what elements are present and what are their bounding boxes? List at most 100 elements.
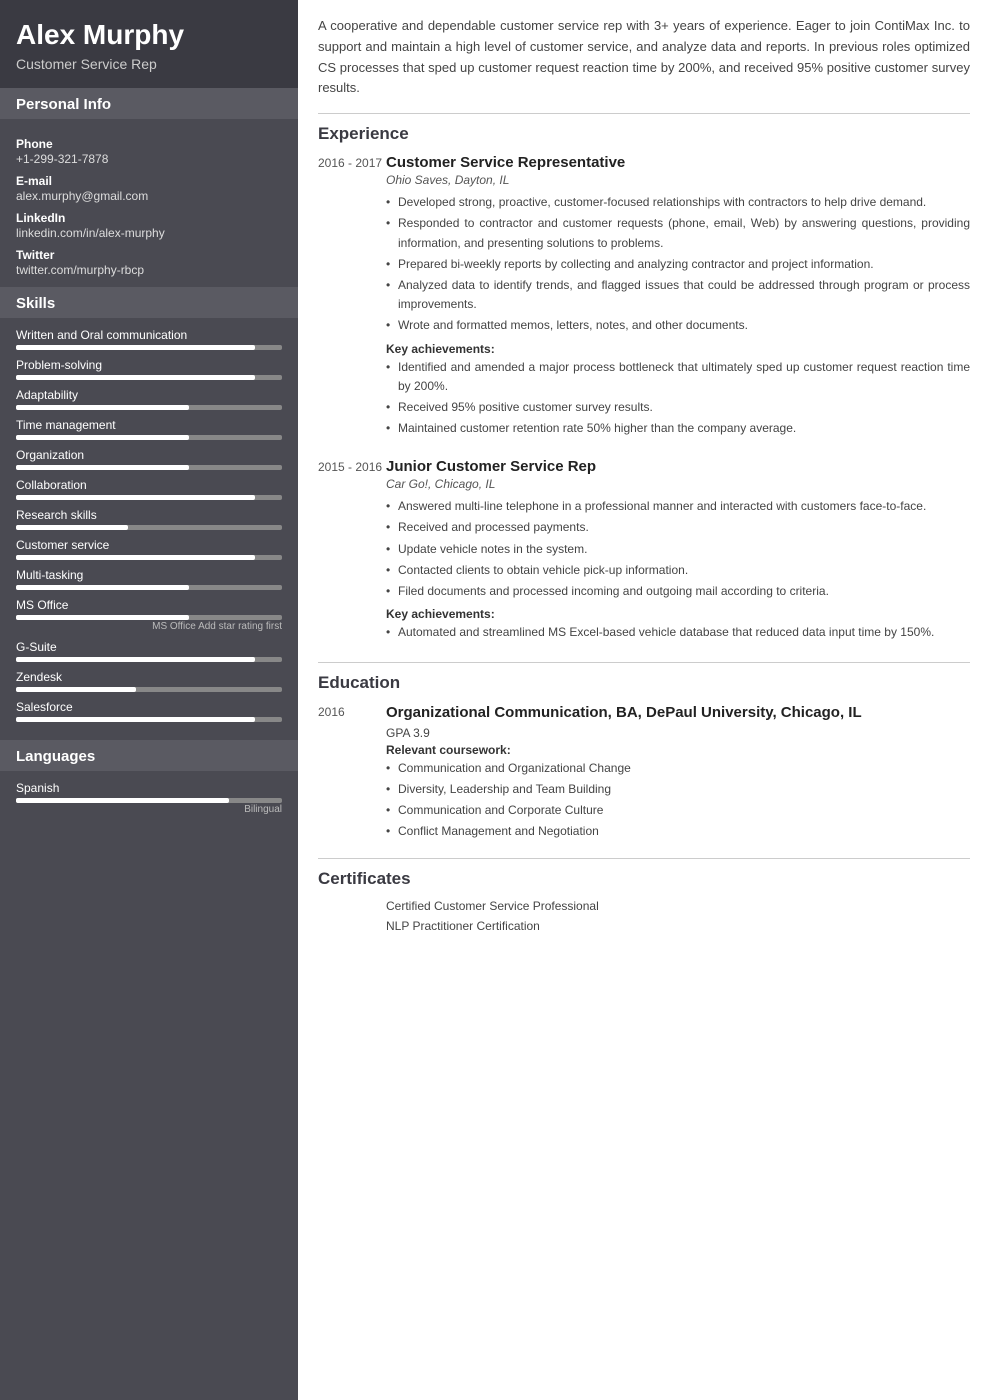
languages-content: Spanish Bilingual — [0, 771, 298, 831]
skill-bar-fill — [16, 687, 136, 692]
exp-detail: Customer Service Representative Ohio Sav… — [386, 154, 970, 440]
languages-section-header: Languages — [0, 740, 298, 771]
skill-item: Problem-solving — [16, 358, 282, 380]
skill-bar-fill — [16, 405, 189, 410]
coursework-label: Relevant coursework: — [386, 743, 970, 757]
skill-bar — [16, 405, 282, 410]
experience-section-title: Experience — [318, 124, 970, 144]
skill-bar-fill — [16, 345, 255, 350]
coursework-item: Diversity, Leadership and Team Building — [386, 780, 970, 799]
achievements-label: Key achievements: — [386, 342, 970, 356]
job-achievements: Identified and amended a major process b… — [386, 358, 970, 439]
bullet-item: Update vehicle notes in the system. — [386, 540, 970, 559]
skill-item: Customer service — [16, 538, 282, 560]
coursework-item: Communication and Organizational Change — [386, 759, 970, 778]
coursework-list: Communication and Organizational Change D… — [386, 759, 970, 842]
cert-spacer — [318, 899, 386, 913]
skill-note: MS Office Add star rating first — [16, 621, 282, 632]
coursework-item: Communication and Corporate Culture — [386, 801, 970, 820]
skill-name: Salesforce — [16, 700, 282, 714]
skill-bar-fill — [16, 615, 189, 620]
achievement-item: Identified and amended a major process b… — [386, 358, 970, 396]
skill-bar — [16, 555, 282, 560]
skills-content: Written and Oral communication Problem-s… — [0, 318, 298, 740]
skill-name: Adaptability — [16, 388, 282, 402]
skill-bar-fill — [16, 375, 255, 380]
skill-name: Customer service — [16, 538, 282, 552]
divider-education — [318, 662, 970, 663]
skill-name: Problem-solving — [16, 358, 282, 372]
skill-item: Multi-tasking — [16, 568, 282, 590]
skill-item: Zendesk — [16, 670, 282, 692]
personal-info-content: Phone +1-299-321-7878 E-mail alex.murphy… — [0, 119, 298, 287]
bullet-item: Prepared bi-weekly reports by collecting… — [386, 255, 970, 274]
twitter-value: twitter.com/murphy-rbcp — [16, 263, 282, 277]
skill-item: Collaboration — [16, 478, 282, 500]
skill-bar — [16, 345, 282, 350]
bullet-item: Contacted clients to obtain vehicle pick… — [386, 561, 970, 580]
skill-name: Zendesk — [16, 670, 282, 684]
cert-spacer — [318, 919, 386, 933]
skill-bar-fill — [16, 555, 255, 560]
skill-bar — [16, 657, 282, 662]
resume-layout: Alex Murphy Customer Service Rep Persona… — [0, 0, 990, 1400]
skill-bar-fill — [16, 465, 189, 470]
language-item: Spanish Bilingual — [16, 781, 282, 815]
job-achievements: Automated and streamlined MS Excel-based… — [386, 623, 970, 642]
bullet-item: Analyzed data to identify trends, and fl… — [386, 276, 970, 314]
edu-detail: Organizational Communication, BA, DePaul… — [386, 703, 970, 843]
education-entry: 2016 Organizational Communication, BA, D… — [318, 703, 970, 843]
linkedin-value: linkedin.com/in/alex-murphy — [16, 226, 282, 240]
skills-label: Skills — [16, 295, 282, 312]
language-bar-fill — [16, 798, 229, 803]
job-title: Junior Customer Service Rep — [386, 458, 970, 475]
divider-certificates — [318, 858, 970, 859]
phone-label: Phone — [16, 137, 282, 151]
bullet-item: Developed strong, proactive, customer-fo… — [386, 193, 970, 212]
skill-bar-fill — [16, 495, 255, 500]
job-bullets: Developed strong, proactive, customer-fo… — [386, 193, 970, 335]
education-section-title: Education — [318, 673, 970, 693]
cert-name: NLP Practitioner Certification — [386, 919, 540, 933]
achievements-label: Key achievements: — [386, 607, 970, 621]
email-label: E-mail — [16, 174, 282, 188]
edu-gpa: GPA 3.9 — [386, 726, 970, 740]
experience-container: 2016 - 2017 Customer Service Representat… — [318, 154, 970, 644]
skill-item: Adaptability — [16, 388, 282, 410]
certificates-container: Certified Customer Service Professional … — [318, 899, 970, 933]
skill-bar — [16, 615, 282, 620]
achievement-item: Maintained customer retention rate 50% h… — [386, 419, 970, 438]
divider-experience — [318, 113, 970, 114]
exp-detail: Junior Customer Service Rep Car Go!, Chi… — [386, 458, 970, 644]
skill-bar — [16, 495, 282, 500]
skill-bar-fill — [16, 525, 128, 530]
coursework-item: Conflict Management and Negotiation — [386, 822, 970, 841]
language-name: Spanish — [16, 781, 282, 795]
skill-name: G-Suite — [16, 640, 282, 654]
skill-bar — [16, 465, 282, 470]
skill-bar — [16, 687, 282, 692]
skill-name: Time management — [16, 418, 282, 432]
skill-item: Time management — [16, 418, 282, 440]
job-company: Car Go!, Chicago, IL — [386, 477, 970, 491]
skill-bar — [16, 375, 282, 380]
skill-bar — [16, 585, 282, 590]
skill-bar — [16, 435, 282, 440]
personal-info-label: Personal Info — [16, 96, 282, 113]
skill-item: Salesforce — [16, 700, 282, 722]
candidate-title: Customer Service Rep — [16, 56, 282, 72]
skill-name: MS Office — [16, 598, 282, 612]
skills-section-header: Skills — [0, 287, 298, 318]
linkedin-label: LinkedIn — [16, 211, 282, 225]
certificate-entry: NLP Practitioner Certification — [318, 919, 970, 933]
exp-date: 2016 - 2017 — [318, 154, 386, 440]
job-bullets: Answered multi-line telephone in a profe… — [386, 497, 970, 601]
cert-name: Certified Customer Service Professional — [386, 899, 599, 913]
skill-item: G-Suite — [16, 640, 282, 662]
certificates-section-title: Certificates — [318, 869, 970, 889]
skill-item: MS Office MS Office Add star rating firs… — [16, 598, 282, 632]
skill-bar-fill — [16, 435, 189, 440]
language-note: Bilingual — [16, 804, 282, 815]
personal-info-section-header: Personal Info — [0, 88, 298, 119]
skill-name: Research skills — [16, 508, 282, 522]
